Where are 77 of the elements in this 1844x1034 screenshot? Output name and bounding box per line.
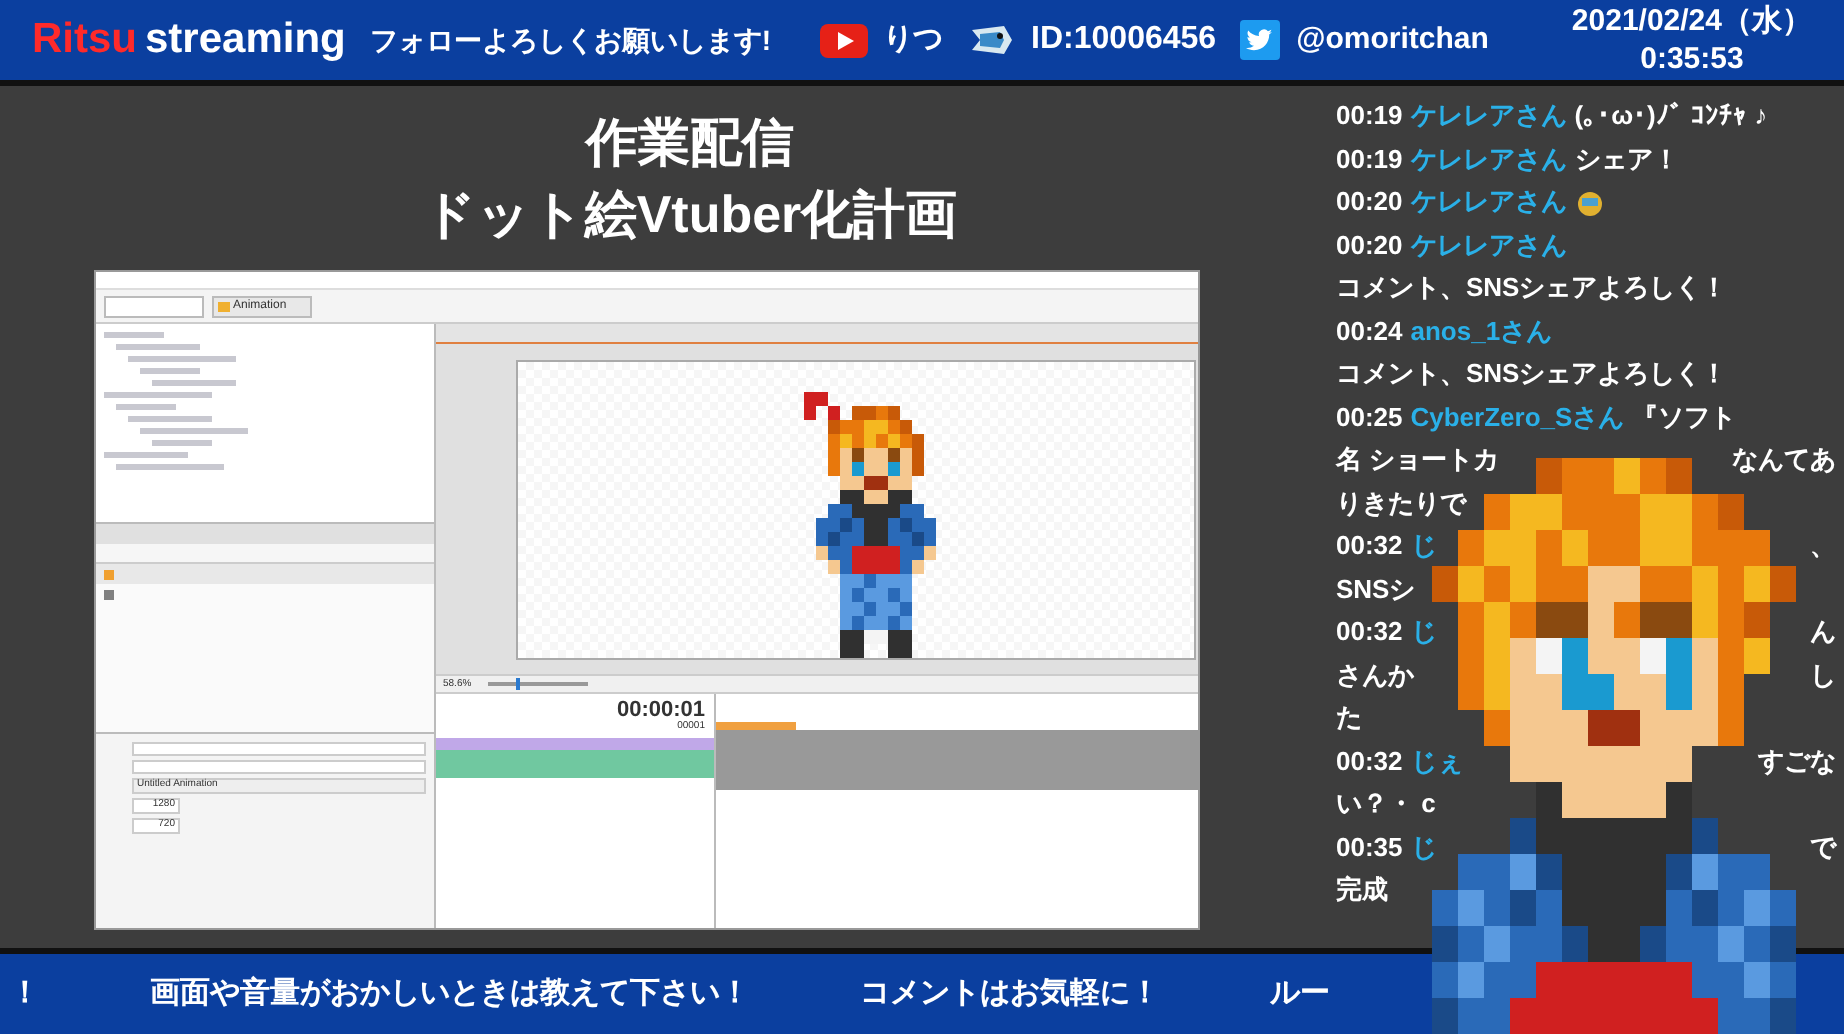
chat-username: ケレレアさん: [1410, 227, 1567, 263]
chat-message: さんか: [1336, 657, 1414, 693]
stream-title: 作業配信: [586, 110, 794, 176]
niconico-id: ID:10006456: [1031, 20, 1217, 60]
chat-message: なんてあ: [1732, 442, 1836, 478]
chat-message: し: [1810, 657, 1836, 693]
tree-item[interactable]: [115, 344, 199, 350]
chat-username: ケレレアさん: [1410, 141, 1567, 177]
tree-item[interactable]: [139, 428, 247, 434]
chat-username: ケレレアさん: [1410, 98, 1567, 134]
chat-message: ん: [1810, 614, 1836, 650]
chat-message: た: [1336, 700, 1362, 736]
bird-icon: [1240, 20, 1281, 60]
fish-icon: [967, 22, 1016, 58]
ticker-text: 画面や音量がおかしいときは教えて下さい！: [150, 973, 750, 1014]
tree-item[interactable]: [115, 464, 223, 470]
chat-time: 00:35: [1336, 829, 1403, 865]
chat-username: じ: [1410, 528, 1437, 564]
chat-message: い？・ c: [1336, 786, 1436, 822]
chat-message: 完成: [1336, 872, 1388, 908]
chat-time: 00:32: [1336, 743, 1403, 779]
name-field[interactable]: [131, 742, 425, 756]
chat-message: (｡･ω･)ﾉﾞ ｺﾝﾁｬ ♪: [1574, 98, 1768, 134]
tree-item[interactable]: [127, 356, 235, 362]
tree-item[interactable]: [151, 440, 211, 446]
chat-message: 、: [1810, 528, 1836, 564]
chat-username: CyberZero_Sさん: [1410, 399, 1625, 436]
chat-time: 00:24: [1336, 313, 1403, 349]
folder-icon: [217, 301, 229, 311]
layer-row[interactable]: [435, 738, 713, 750]
chat-message: 『ソフト: [1632, 399, 1737, 435]
chat-message: コメント、SNSシェアよろしく！: [1336, 356, 1728, 392]
tree-item[interactable]: [103, 452, 187, 458]
chat-username: じ: [1410, 614, 1437, 650]
scene-row[interactable]: [95, 564, 433, 584]
tree-item[interactable]: [103, 392, 211, 398]
chat-message: SNSシ: [1336, 571, 1416, 607]
clock-time: 0:35:53: [1640, 40, 1744, 78]
tree-item[interactable]: [103, 332, 163, 338]
chat-username: anos_1さん: [1410, 313, 1553, 349]
ticker-text: ルー: [1270, 973, 1330, 1014]
timecode: 00:00:01: [616, 700, 705, 722]
date-text: 2021/02/24（水）: [1571, 2, 1812, 40]
brand-accent: Ritsu: [32, 14, 137, 67]
youtube-name: りつ: [883, 19, 944, 60]
twitter-handle: @omoritchan: [1296, 19, 1489, 60]
chat-time: 00:19: [1336, 98, 1403, 134]
tree-item[interactable]: [115, 404, 175, 410]
tag-field[interactable]: [131, 760, 425, 774]
chat-message: 名 ショートカ: [1336, 442, 1500, 478]
dropdown-field[interactable]: [103, 295, 203, 317]
slider-thumb[interactable]: [516, 678, 521, 690]
chat-username: じぇ: [1410, 743, 1463, 779]
stream-title: ドット絵Vtuber化計画: [422, 182, 958, 248]
tagline: フォローよろしくお願いします!: [369, 21, 772, 60]
chat-message: コメント、SNSシェアよろしく！: [1336, 270, 1728, 306]
ticker-text: コメントはお気軽に！: [860, 973, 1160, 1014]
chat-time: 00:32: [1336, 614, 1403, 650]
chat-time: 00:20: [1336, 184, 1403, 220]
brand-name: streaming: [145, 14, 346, 67]
chat-message: りきたりで: [1336, 485, 1466, 521]
tree-item[interactable]: [127, 416, 211, 422]
youtube-icon: [819, 23, 868, 57]
ticker-text: ！: [10, 973, 40, 1014]
chat-message: で: [1810, 829, 1836, 865]
chat-username: ケレレアさん: [1410, 184, 1567, 220]
tree-item[interactable]: [139, 368, 199, 374]
chat-message: シェア！: [1574, 141, 1679, 177]
tree-item[interactable]: [151, 380, 235, 386]
chat-time: 00:25: [1336, 399, 1403, 435]
chat-time: 00:32: [1336, 528, 1403, 564]
chat-message: すごな: [1758, 743, 1836, 780]
chat-time: 00:19: [1336, 141, 1403, 177]
work-area-bar: [715, 722, 795, 730]
layer-row[interactable]: [435, 750, 713, 778]
chat-time: 00:20: [1336, 227, 1403, 263]
chat-username: じ: [1410, 829, 1437, 865]
